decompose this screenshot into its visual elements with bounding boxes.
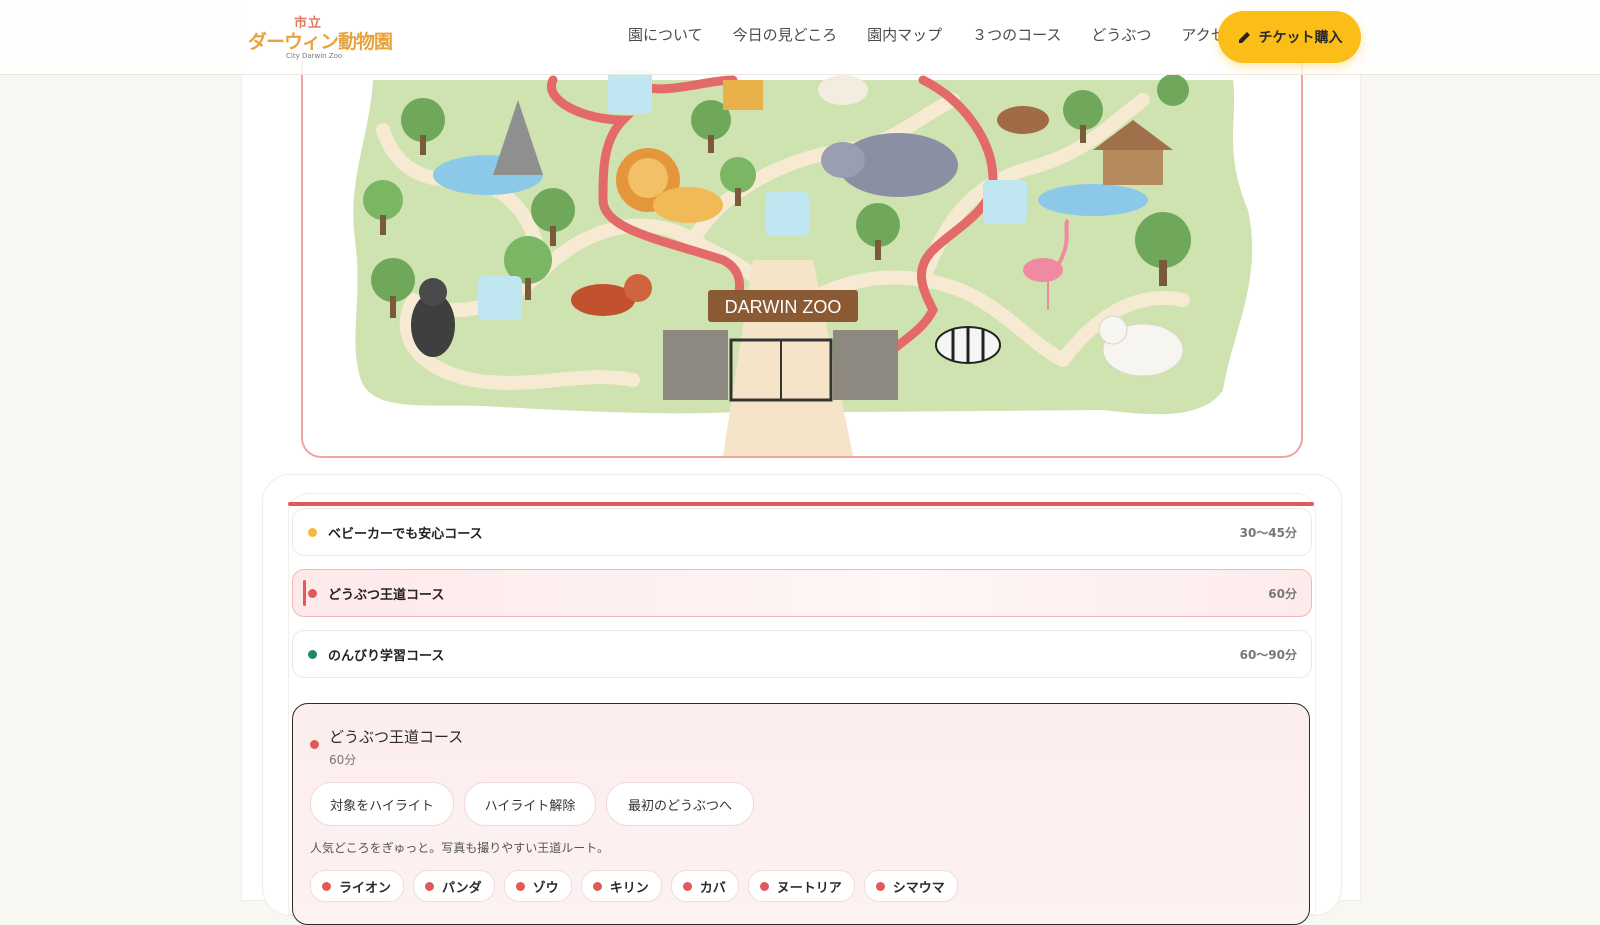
course-detail-time: 60分 xyxy=(329,753,357,767)
nav-map[interactable]: 園内マップ xyxy=(867,24,942,45)
course-dot xyxy=(308,649,317,659)
capybara-icon xyxy=(997,106,1049,134)
course-time: 60分 xyxy=(1268,586,1297,601)
animal-chip-panda[interactable]: パンダ xyxy=(413,870,495,902)
buy-ticket-button[interactable]: チケット購入 xyxy=(1218,11,1361,63)
nav-about[interactable]: 園について xyxy=(628,24,703,45)
course-row-classic[interactable]: どうぶつ王道コース 60分 xyxy=(292,569,1312,617)
giraffe-icon xyxy=(723,80,763,110)
animal-chip-giraffe[interactable]: キリン xyxy=(580,870,662,902)
course-name: ベビーカーでも安心コース xyxy=(328,526,483,542)
course-time: 30〜45分 xyxy=(1239,525,1297,540)
alpaca-icon xyxy=(818,75,868,105)
chip-dot xyxy=(515,881,525,891)
zoo-logo[interactable]: 市立 ダーウィン動物園 City Darwin Zoo xyxy=(248,12,393,62)
course-time: 60〜90分 xyxy=(1239,647,1297,662)
course-detail-dot xyxy=(310,740,319,749)
course-description: 人気どころをぎゅっと。写真も撮りやすい王道ルート。 xyxy=(310,841,610,855)
ticket-icon xyxy=(1238,32,1250,43)
course-row-learning[interactable]: のんびり学習コース 60〜90分 xyxy=(292,630,1312,678)
animal-chip-elephant[interactable]: ゾウ xyxy=(503,870,572,902)
chip-label: カバ xyxy=(699,880,726,896)
zoo-map-illustration: DARWIN ZOO xyxy=(353,70,1253,456)
chip-label: ライオン xyxy=(339,880,392,896)
chip-dot xyxy=(682,881,692,891)
chip-dot xyxy=(759,881,769,891)
animal-chip-lion[interactable]: ライオン xyxy=(310,870,405,902)
nav-animals[interactable]: どうぶつ xyxy=(1091,24,1151,45)
animal-chip-hippo[interactable]: カバ xyxy=(670,870,739,902)
animal-chips: ライオン パンダ ゾウ キリン カバ ヌートリア シマウマ xyxy=(310,870,958,902)
course-detail-title: どうぶつ王道コース xyxy=(329,728,464,746)
course-detail: どうぶつ王道コース 60分 対象をハイライト ハイライト解除 最初のどうぶつへ … xyxy=(292,703,1310,925)
chip-label: キリン xyxy=(609,880,649,896)
course-accent-line xyxy=(288,502,1314,506)
zebra-icon xyxy=(935,326,1001,364)
course-name: どうぶつ王道コース xyxy=(328,587,445,603)
animal-chip-nutria[interactable]: ヌートリア xyxy=(747,870,855,902)
main-nav: 園について 今日の見どころ 園内マップ ３つのコース どうぶつ アクセス xyxy=(628,24,1271,45)
chip-label: ゾウ xyxy=(532,880,559,896)
chip-dot xyxy=(875,881,885,891)
chip-label: ヌートリア xyxy=(776,880,842,896)
chip-dot xyxy=(425,881,435,891)
nav-highlights[interactable]: 今日の見どころ xyxy=(733,24,838,45)
nav-courses[interactable]: ３つのコース xyxy=(972,24,1061,45)
zoo-sign-text: DARWIN ZOO xyxy=(725,297,842,317)
course-dot xyxy=(308,588,317,598)
chip-label: シマウマ xyxy=(892,880,945,896)
animal-chip-zebra[interactable]: シマウマ xyxy=(863,870,958,902)
chip-dot xyxy=(592,881,602,891)
chip-dot xyxy=(322,881,331,891)
clear-highlight-button[interactable]: ハイライト解除 xyxy=(464,782,596,826)
first-animal-button[interactable]: 最初のどうぶつへ xyxy=(606,782,754,826)
active-indicator xyxy=(303,580,306,606)
logo-main: ダーウィン動物園 xyxy=(248,31,393,53)
chip-label: パンダ xyxy=(442,880,482,896)
buy-ticket-label: チケット購入 xyxy=(1258,30,1343,46)
course-row-stroller[interactable]: ベビーカーでも安心コース 30〜45分 xyxy=(292,508,1312,556)
course-name: のんびり学習コース xyxy=(328,648,445,664)
pond-right xyxy=(1038,184,1148,216)
course-dot xyxy=(308,527,317,537)
logo-sub: City Darwin Zoo xyxy=(286,52,343,60)
zoo-map[interactable]: DARWIN ZOO xyxy=(301,60,1303,458)
site-header: 市立 ダーウィン動物園 City Darwin Zoo 園について 今日の見どこ… xyxy=(0,0,1600,75)
highlight-target-button[interactable]: 対象をハイライト xyxy=(310,782,454,826)
